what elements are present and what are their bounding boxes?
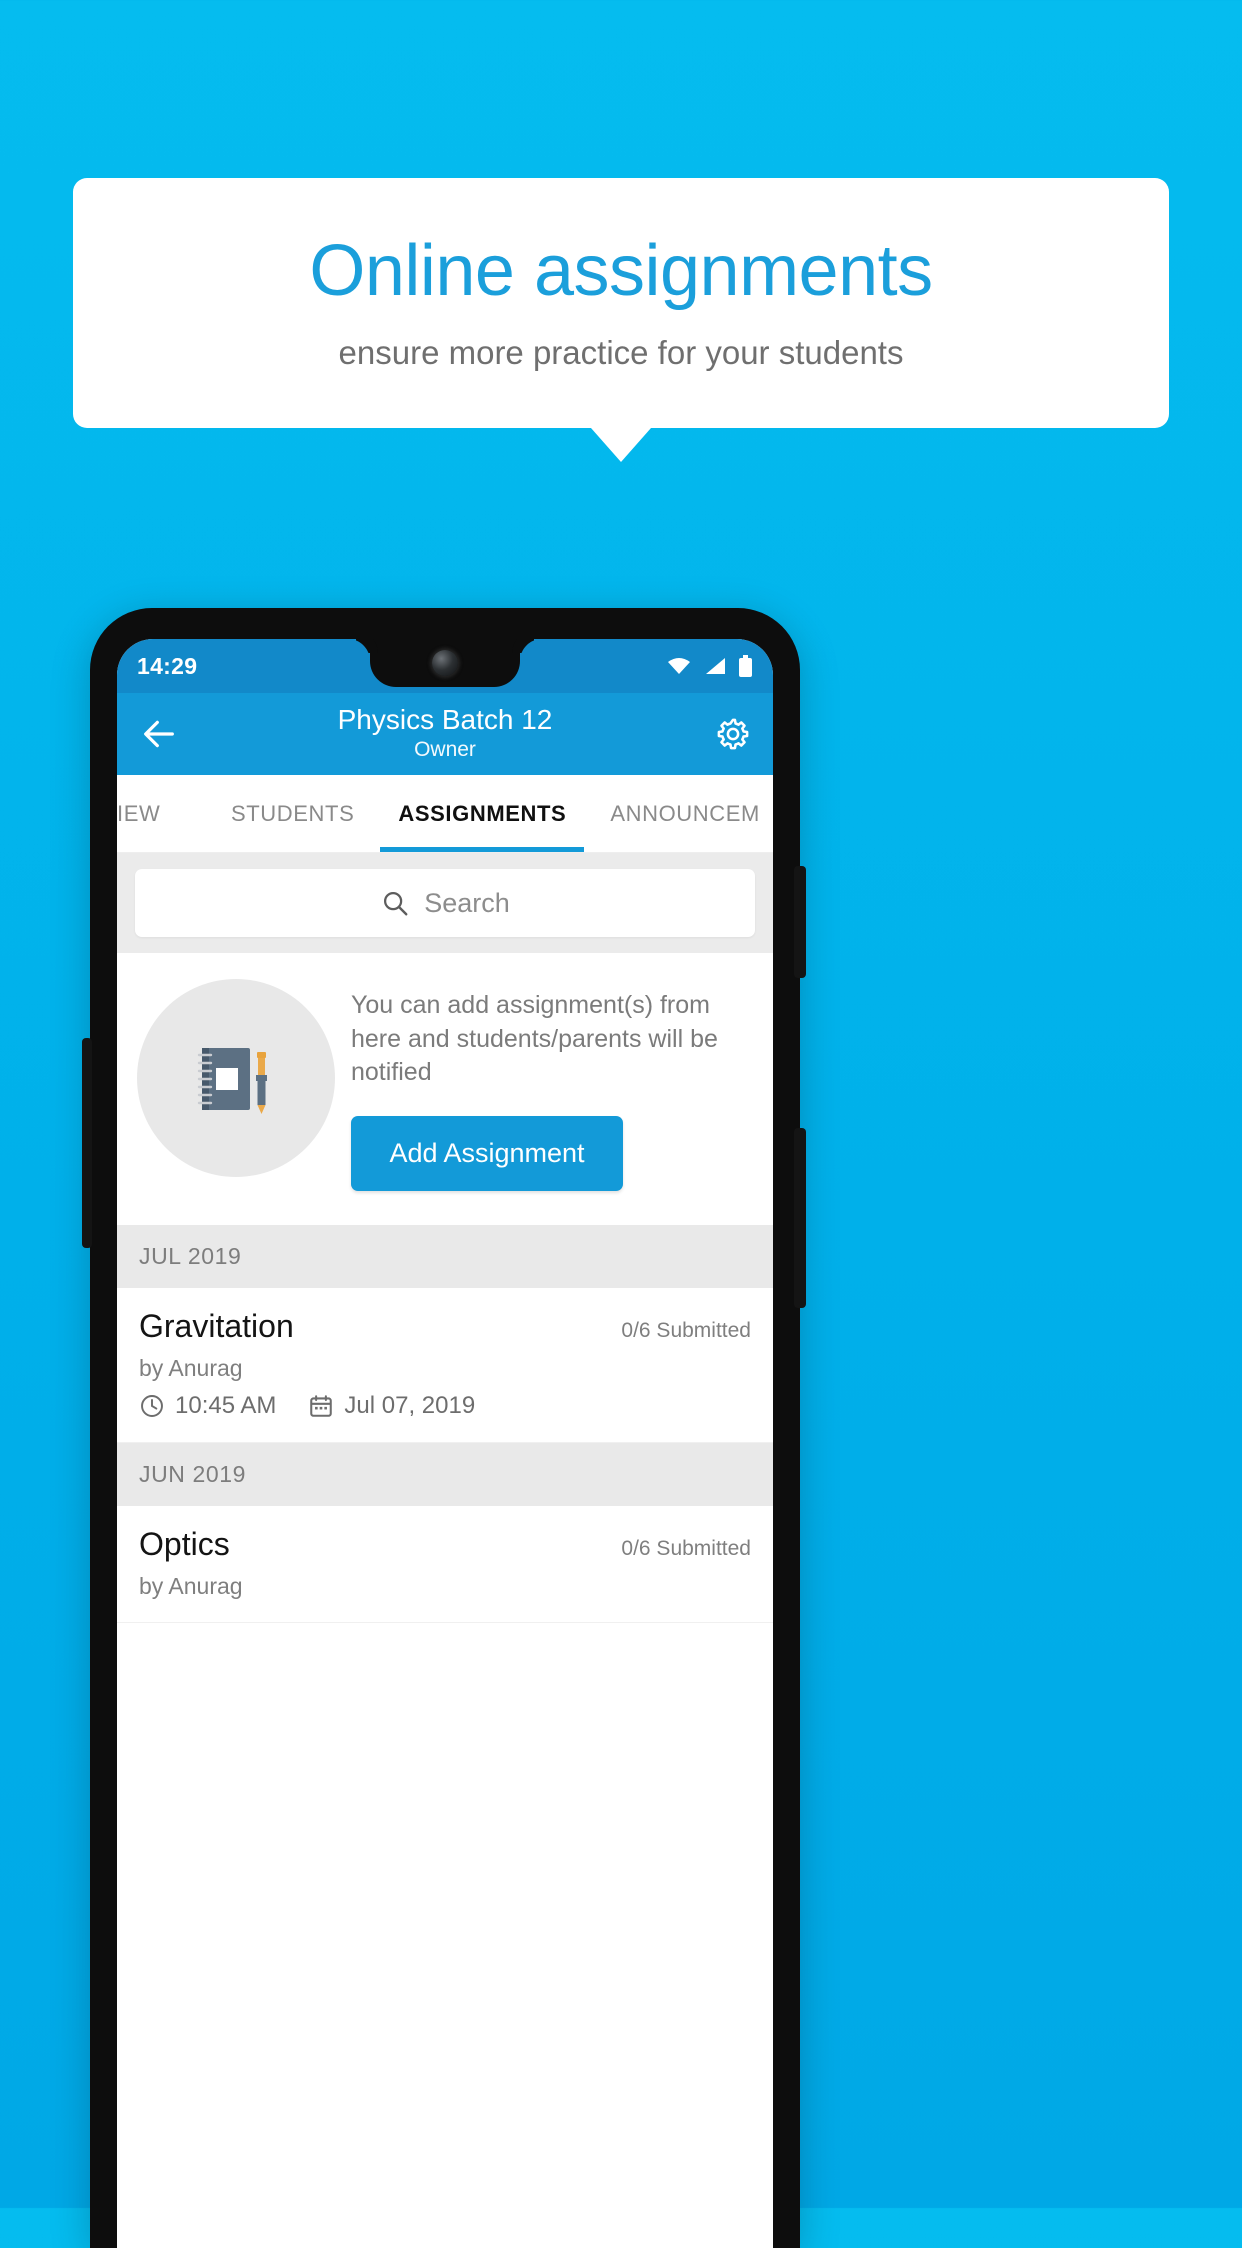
assignment-title: Gravitation bbox=[139, 1307, 294, 1344]
status-icons bbox=[666, 654, 753, 678]
assignment-row-top: Gravitation 0/6 Submitted bbox=[139, 1308, 751, 1345]
add-assignment-button[interactable]: Add Assignment bbox=[351, 1115, 623, 1191]
promo-callout: Online assignments ensure more practice … bbox=[73, 178, 1169, 428]
tab-overview[interactable]: IEW bbox=[117, 775, 209, 852]
assignment-submitted-count: 0/6 Submitted bbox=[621, 1318, 751, 1342]
calendar-icon bbox=[310, 1394, 333, 1417]
search-section: Search bbox=[117, 853, 773, 953]
tab-students[interactable]: STUDENTS bbox=[209, 775, 376, 852]
month-header-jul: JUL 2019 bbox=[117, 1224, 773, 1288]
power-button[interactable] bbox=[794, 1128, 806, 1308]
empty-state-message: You can add assignment(s) from here and … bbox=[351, 991, 718, 1086]
search-input[interactable]: Search bbox=[135, 869, 755, 937]
phone-screen: 14:29 Physics Batch 12 Owner IEW STUDENT… bbox=[117, 639, 773, 2248]
clock-icon bbox=[141, 1394, 163, 1417]
empty-state-card: You can add assignment(s) from here and … bbox=[117, 953, 773, 1225]
assignment-row[interactable]: Gravitation 0/6 Submitted by Anurag 10:4… bbox=[117, 1287, 773, 1443]
promo-subtitle: ensure more practice for your students bbox=[338, 333, 904, 371]
app-bar: Physics Batch 12 Owner bbox=[117, 693, 773, 775]
status-bar: 14:29 bbox=[117, 639, 773, 693]
assignment-date: Jul 07, 2019 bbox=[344, 1391, 476, 1419]
page-title: Physics Batch 12 bbox=[337, 704, 553, 736]
empty-state-content: You can add assignment(s) from here and … bbox=[351, 979, 753, 1191]
tab-announcements-label: ANNOUNCEM bbox=[610, 800, 760, 826]
tab-overview-label: IEW bbox=[117, 800, 161, 826]
search-placeholder: Search bbox=[424, 887, 510, 918]
status-time: 14:29 bbox=[137, 652, 198, 679]
wifi-icon bbox=[668, 658, 690, 674]
assignment-author: by Anurag bbox=[139, 1354, 243, 1381]
search-icon bbox=[384, 891, 408, 916]
signal-icon bbox=[706, 658, 725, 674]
assistant-button[interactable] bbox=[82, 1038, 92, 1248]
app-bar-titles: Physics Batch 12 Owner bbox=[117, 704, 773, 763]
battery-icon bbox=[739, 654, 752, 677]
assignment-row-top: Optics 0/6 Submitted bbox=[139, 1526, 751, 1563]
tab-assignments-label: ASSIGNMENTS bbox=[398, 800, 567, 826]
phone-mockup: 14:29 Physics Batch 12 Owner IEW STUDENT… bbox=[82, 608, 806, 2248]
month-header-jun: JUN 2019 bbox=[117, 1442, 773, 1506]
gear-icon[interactable] bbox=[715, 716, 751, 752]
assignment-submitted-count: 0/6 Submitted bbox=[621, 1536, 751, 1560]
page-subtitle: Owner bbox=[414, 738, 476, 762]
assignment-author: by Anurag bbox=[139, 1572, 243, 1599]
back-arrow-icon[interactable] bbox=[139, 714, 179, 754]
notebook-and-pen-icon bbox=[137, 979, 335, 1177]
assignment-meta: 10:45 AM Jul 07, 2019 bbox=[139, 1392, 751, 1420]
assignment-time: 10:45 AM bbox=[175, 1391, 277, 1419]
promo-title: Online assignments bbox=[309, 231, 933, 312]
tab-assignments[interactable]: ASSIGNMENTS bbox=[376, 775, 588, 852]
tab-bar: IEW STUDENTS ASSIGNMENTS ANNOUNCEM bbox=[117, 775, 773, 853]
front-camera-icon bbox=[432, 650, 458, 676]
tab-students-label: STUDENTS bbox=[231, 800, 355, 826]
volume-button[interactable] bbox=[794, 866, 806, 978]
assignment-title: Optics bbox=[139, 1525, 230, 1562]
callout-tail bbox=[591, 428, 651, 462]
assignment-row[interactable]: Optics 0/6 Submitted by Anurag bbox=[117, 1505, 773, 1623]
tab-announcements[interactable]: ANNOUNCEM bbox=[588, 775, 773, 852]
